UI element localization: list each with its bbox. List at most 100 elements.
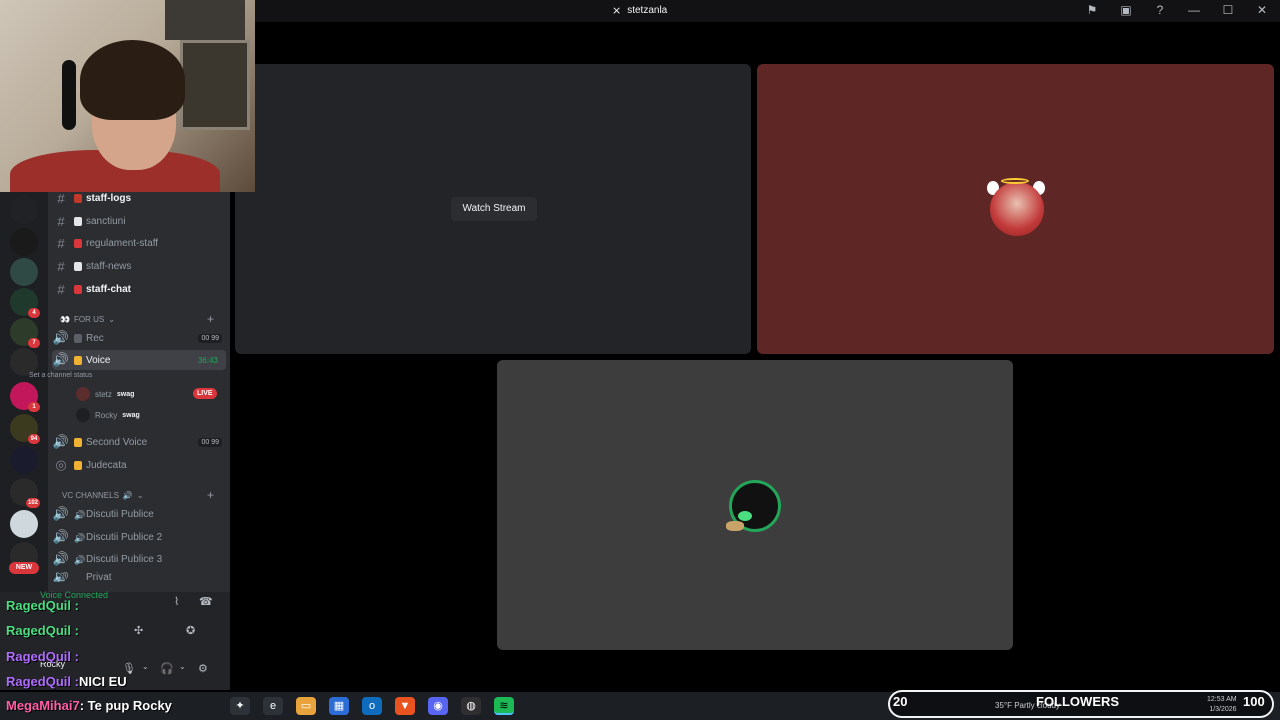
mention-badge: 4 [28, 308, 40, 318]
avatar-decoration [726, 521, 744, 531]
channel-status-prompt[interactable]: Set a channel status [29, 372, 92, 379]
channel-staff-news[interactable]: # staff-news [52, 256, 226, 276]
server-icon[interactable] [10, 258, 38, 286]
avatar-decoration [738, 511, 752, 521]
chat-overlay-line: RagedQuil : [6, 598, 79, 613]
chevron-down-icon[interactable]: ⌄ [179, 662, 186, 671]
minimize-icon[interactable]: — [1186, 3, 1202, 17]
hash-icon: # [57, 281, 65, 297]
eyes-icon: 👀 [60, 315, 70, 324]
screen: ⨯ stetzanla ⚑ ▣ ? — ☐ ✕ Watch Stream 4 7 [0, 0, 1280, 720]
disconnect-icon[interactable]: ☎ [199, 595, 213, 608]
flag-icon[interactable]: ⚑ [1084, 3, 1100, 17]
channel-regulament-staff[interactable]: # regulament-staff [52, 233, 226, 253]
watch-stream-button[interactable]: Watch Stream [451, 197, 537, 221]
window-title-group: ⨯ stetzanla [612, 4, 667, 17]
chevron-down-icon[interactable]: ⌄ [142, 662, 149, 671]
activities-icon[interactable]: ✣ [134, 624, 143, 637]
server-icon[interactable] [10, 446, 38, 474]
hash-icon: # [57, 213, 65, 229]
mention-badge: 94 [28, 434, 40, 444]
speaker-icon: 🔊 [52, 352, 70, 367]
server-logo-icon: ⨯ [612, 5, 622, 17]
voice-member-stetz[interactable]: stetz swag [76, 385, 134, 403]
inbox-icon[interactable]: ▣ [1118, 3, 1134, 17]
pin-icon [74, 284, 82, 294]
voice-channel-voice[interactable]: 🔊 Voice 36:43 [52, 350, 226, 370]
speaker-emoji-icon: 🔊 [74, 554, 86, 565]
server-rail: 4 7 1 94 102 NEW [0, 192, 48, 592]
hash-icon: # [57, 235, 65, 251]
voice-channel-discutii-1[interactable]: 🔊 🔊 Discutii Publice [52, 504, 226, 524]
background-frame [180, 40, 250, 130]
followers-label: FOLLOWERS [1036, 694, 1120, 709]
server-icon[interactable]: 4 [10, 288, 40, 318]
channel-sanctiuni[interactable]: # sanctiuni [52, 211, 226, 231]
server-icon[interactable] [10, 196, 38, 224]
add-channel-icon[interactable]: + [207, 312, 1268, 326]
lock-icon [74, 460, 82, 470]
chevron-down-icon: ⌄ [136, 491, 144, 500]
voice-channel-privat[interactable]: 🔊 Privat [52, 572, 226, 582]
obs-icon[interactable]: ◍ [461, 697, 481, 715]
speaker-emoji-icon: 🔊 [74, 509, 86, 520]
emoji-icon [74, 355, 82, 365]
system-clock[interactable]: 12:53 AM 1/3/2026 [1207, 695, 1237, 715]
page-icon [74, 216, 82, 226]
brave-icon[interactable]: ▼ [395, 697, 415, 715]
hash-icon: # [57, 258, 65, 274]
add-channel-icon[interactable]: + [207, 488, 1268, 502]
speaker-icon: 🔊 [52, 506, 70, 521]
speaker-emoji-icon [74, 573, 82, 582]
headphones-icon[interactable]: 🎧 [160, 662, 174, 675]
category-for-us[interactable]: 👀 FOR US ⌄ [60, 315, 115, 324]
followers-count: 20 [893, 694, 908, 709]
avatar [76, 408, 90, 422]
pin-icon [74, 193, 82, 203]
soundboard-icon[interactable]: ✪ [186, 624, 195, 637]
spotify-icon[interactable]: ≋ [494, 697, 514, 715]
category-vc-channels[interactable]: VC CHANNELS 🔊 ⌄ [62, 491, 144, 500]
speaker-icon: 🔊 [52, 551, 70, 566]
chevron-down-icon: ⌄ [108, 315, 115, 324]
folder-icon[interactable]: ▭ [296, 697, 316, 715]
copilot-icon[interactable]: ✦ [230, 697, 250, 715]
discord-icon[interactable]: ◉ [428, 697, 448, 715]
emoji-icon [74, 437, 82, 447]
server-icon[interactable]: 94 [10, 414, 40, 444]
channel-staff-chat[interactable]: # staff-chat [52, 279, 226, 299]
close-icon[interactable]: ✕ [1254, 3, 1270, 17]
gear-icon[interactable]: ⚙ [198, 662, 208, 675]
avatar [76, 387, 90, 401]
voice-channel-discutii-2[interactable]: 🔊 🔊 Discutii Publice 2 [52, 527, 226, 547]
store-icon[interactable]: ▦ [329, 697, 349, 715]
outlook-icon[interactable]: o [362, 697, 382, 715]
voice-channel-rec[interactable]: 🔊 Rec 00 99 [52, 328, 226, 348]
mention-badge: 1 [28, 402, 40, 412]
background-poster [165, 0, 245, 40]
headset-icon [62, 60, 76, 130]
emoji-icon [74, 333, 82, 343]
taskbar-apps: ✦ e ▭ ▦ o ▼ ◉ ◍ ≋ [230, 697, 514, 715]
speaker-icon: 🔊 [52, 434, 70, 449]
stage-icon: ◎ [55, 457, 67, 472]
noise-suppression-icon[interactable]: ⌇ [174, 595, 179, 608]
voice-channel-second[interactable]: 🔊 Second Voice 00 99 [52, 432, 226, 452]
server-icon[interactable]: 102 [10, 478, 40, 508]
server-icon[interactable]: 7 [10, 318, 40, 348]
server-icon[interactable]: 1 [10, 382, 40, 412]
help-icon[interactable]: ? [1152, 3, 1168, 17]
voice-channel-discutii-3[interactable]: 🔊 🔊 Discutii Publice 3 [52, 549, 226, 569]
voice-member-rocky[interactable]: Rocky swag [76, 406, 140, 424]
server-icon[interactable] [10, 228, 38, 256]
streamer-hair [80, 40, 185, 120]
edge-icon[interactable]: e [263, 697, 283, 715]
maximize-icon[interactable]: ☐ [1220, 3, 1236, 17]
mention-badge: 7 [28, 338, 40, 348]
server-icon[interactable] [10, 510, 38, 538]
speaker-emoji-icon: 🔊 [74, 532, 86, 543]
new-badge: NEW [9, 562, 39, 574]
chat-overlay-line: RagedQuil :NICI EU [6, 674, 127, 689]
speaker-icon: 🔊 [52, 572, 70, 582]
stage-channel-judecata[interactable]: ◎ Judecata [52, 455, 226, 475]
